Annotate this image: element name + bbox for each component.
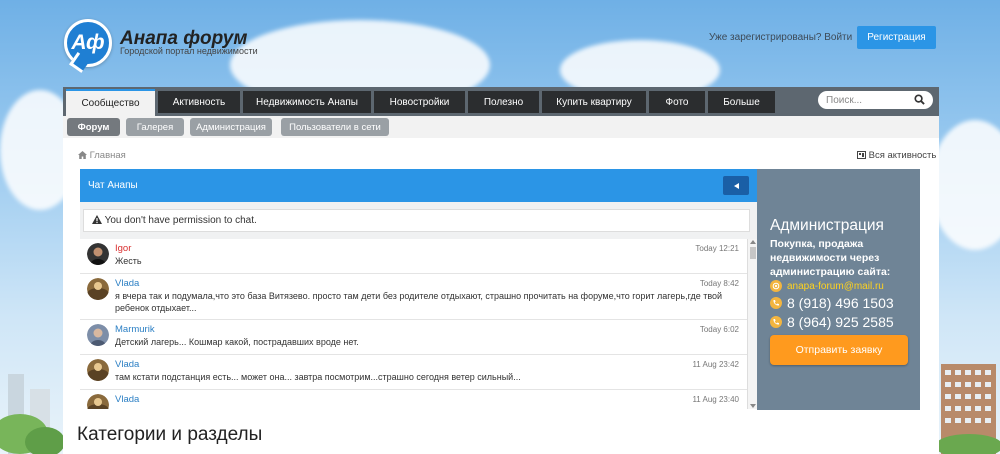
register-button[interactable]: Регистрация xyxy=(857,26,936,49)
login-link[interactable]: Уже зарегистрированы? Войти xyxy=(709,32,866,43)
subtab-gallery[interactable]: Галерея xyxy=(126,118,184,136)
chevron-left-icon xyxy=(733,182,739,189)
tab-photo[interactable]: Фото xyxy=(649,91,705,113)
site-subtitle: Городской портал недвижимости xyxy=(120,46,258,56)
tab-new-buildings[interactable]: Новостройки xyxy=(374,91,465,113)
chat-collapse-button[interactable] xyxy=(723,176,749,195)
phone-text: 8 (918) 496 1503 xyxy=(787,295,894,311)
admin-contact-box: Администрация Покупка, продажа недвижимо… xyxy=(757,169,920,410)
tab-real-estate[interactable]: Недвижимость Анапы xyxy=(243,91,371,113)
avatar[interactable] xyxy=(87,243,109,265)
scroll-down-icon[interactable] xyxy=(750,404,756,408)
send-request-button[interactable]: Отправить заявку xyxy=(770,335,908,365)
chat-header: Чат Анапы xyxy=(80,169,757,202)
email-icon xyxy=(770,280,782,292)
all-activity-link[interactable]: Вся активность xyxy=(857,150,936,161)
admin-description: Покупка, продажа недвижимости через адми… xyxy=(770,238,891,278)
search-input[interactable]: Поиск... xyxy=(818,91,933,109)
scroll-thumb[interactable] xyxy=(750,247,756,259)
message-text: Жесть xyxy=(115,256,142,266)
tab-buy-apartment[interactable]: Купить квартиру xyxy=(542,91,646,113)
activity-icon xyxy=(857,151,866,159)
logo-text: Аф xyxy=(71,31,105,54)
admin-title: Администрация xyxy=(770,217,884,234)
avatar[interactable] xyxy=(87,278,109,300)
phone-text: 8 (964) 925 2585 xyxy=(787,314,894,330)
chat-box: Чат Анапы You don't have permission to c… xyxy=(80,169,757,409)
search-icon[interactable] xyxy=(914,94,925,105)
message-author[interactable]: Marmurik xyxy=(115,324,155,335)
city-left-illustration xyxy=(0,374,63,454)
site-logo[interactable]: Аф xyxy=(64,19,112,67)
scroll-up-icon[interactable] xyxy=(750,240,756,244)
message-time: 11 Aug 23:42 xyxy=(692,360,739,369)
all-activity-label: Вся активность xyxy=(868,150,937,161)
avatar[interactable] xyxy=(87,359,109,381)
chat-message: Marmurik Today 6:02 Детский лагерь... Ко… xyxy=(80,320,747,355)
message-time: Today 6:02 xyxy=(699,325,739,334)
message-author[interactable]: Vlada xyxy=(115,394,139,405)
phone-icon xyxy=(770,316,782,328)
sub-nav: Форум Галерея Администрация Пользователи… xyxy=(63,116,939,138)
breadcrumb[interactable]: Главная xyxy=(78,150,126,161)
permission-text: You don't have permission to chat. xyxy=(104,215,257,226)
message-text: там кстати подстанция есть... может она.… xyxy=(115,372,521,382)
avatar[interactable] xyxy=(87,324,109,346)
message-time: 11 Aug 23:40 xyxy=(692,395,739,404)
cloud xyxy=(930,120,1000,250)
message-time: Today 12:21 xyxy=(695,244,739,253)
message-text: я вчера так и подумала,что это база Витя… xyxy=(115,291,723,313)
avatar[interactable] xyxy=(87,394,109,409)
chat-title: Чат Анапы xyxy=(88,180,138,191)
subtab-online-users[interactable]: Пользователи в сети xyxy=(281,118,389,136)
message-author[interactable]: Vlada xyxy=(115,278,139,289)
tab-useful[interactable]: Полезно xyxy=(468,91,539,113)
message-time: Today 8:42 xyxy=(699,279,739,288)
main-nav: Сообщество Активность Недвижимость Анапы… xyxy=(63,87,939,116)
chat-message: Igor Today 12:21 Жесть xyxy=(80,239,747,274)
admin-phone-2[interactable]: 8 (964) 925 2585 xyxy=(770,314,894,330)
categories-heading: Категории и разделы xyxy=(77,424,263,445)
tab-community[interactable]: Сообщество xyxy=(66,89,155,116)
admin-phone-1[interactable]: 8 (918) 496 1503 xyxy=(770,295,894,311)
warning-icon xyxy=(92,215,102,224)
search-placeholder: Поиск... xyxy=(826,94,863,106)
tab-more[interactable]: Больше xyxy=(708,91,775,113)
message-text: Детский лагерь... Кошмар какой, пострада… xyxy=(115,337,359,347)
subtab-administration[interactable]: Администрация xyxy=(190,118,272,136)
tab-activity[interactable]: Активность xyxy=(158,91,240,113)
chat-message: Vlada 11 Aug 23:40 xyxy=(80,390,747,409)
chat-messages: Igor Today 12:21 Жесть Vlada Today 8:42 … xyxy=(80,239,747,409)
home-icon xyxy=(78,151,87,159)
email-text: anapa-forum@mail.ru xyxy=(787,280,884,292)
message-author[interactable]: Vlada xyxy=(115,359,139,370)
phone-icon xyxy=(770,297,782,309)
login-text: Уже зарегистрированы? Войти xyxy=(709,32,853,43)
breadcrumb-home: Главная xyxy=(89,150,126,161)
chat-scrollbar[interactable] xyxy=(747,239,757,409)
subtab-forum[interactable]: Форум xyxy=(67,118,120,136)
city-right-illustration xyxy=(939,364,1000,454)
admin-email[interactable]: anapa-forum@mail.ru xyxy=(770,280,884,292)
permission-notice: You don't have permission to chat. xyxy=(83,209,750,232)
chat-message: Vlada 11 Aug 23:42 там кстати подстанция… xyxy=(80,355,747,390)
chat-message: Vlada Today 8:42 я вчера так и подумала,… xyxy=(80,274,747,320)
message-author[interactable]: Igor xyxy=(115,243,131,254)
